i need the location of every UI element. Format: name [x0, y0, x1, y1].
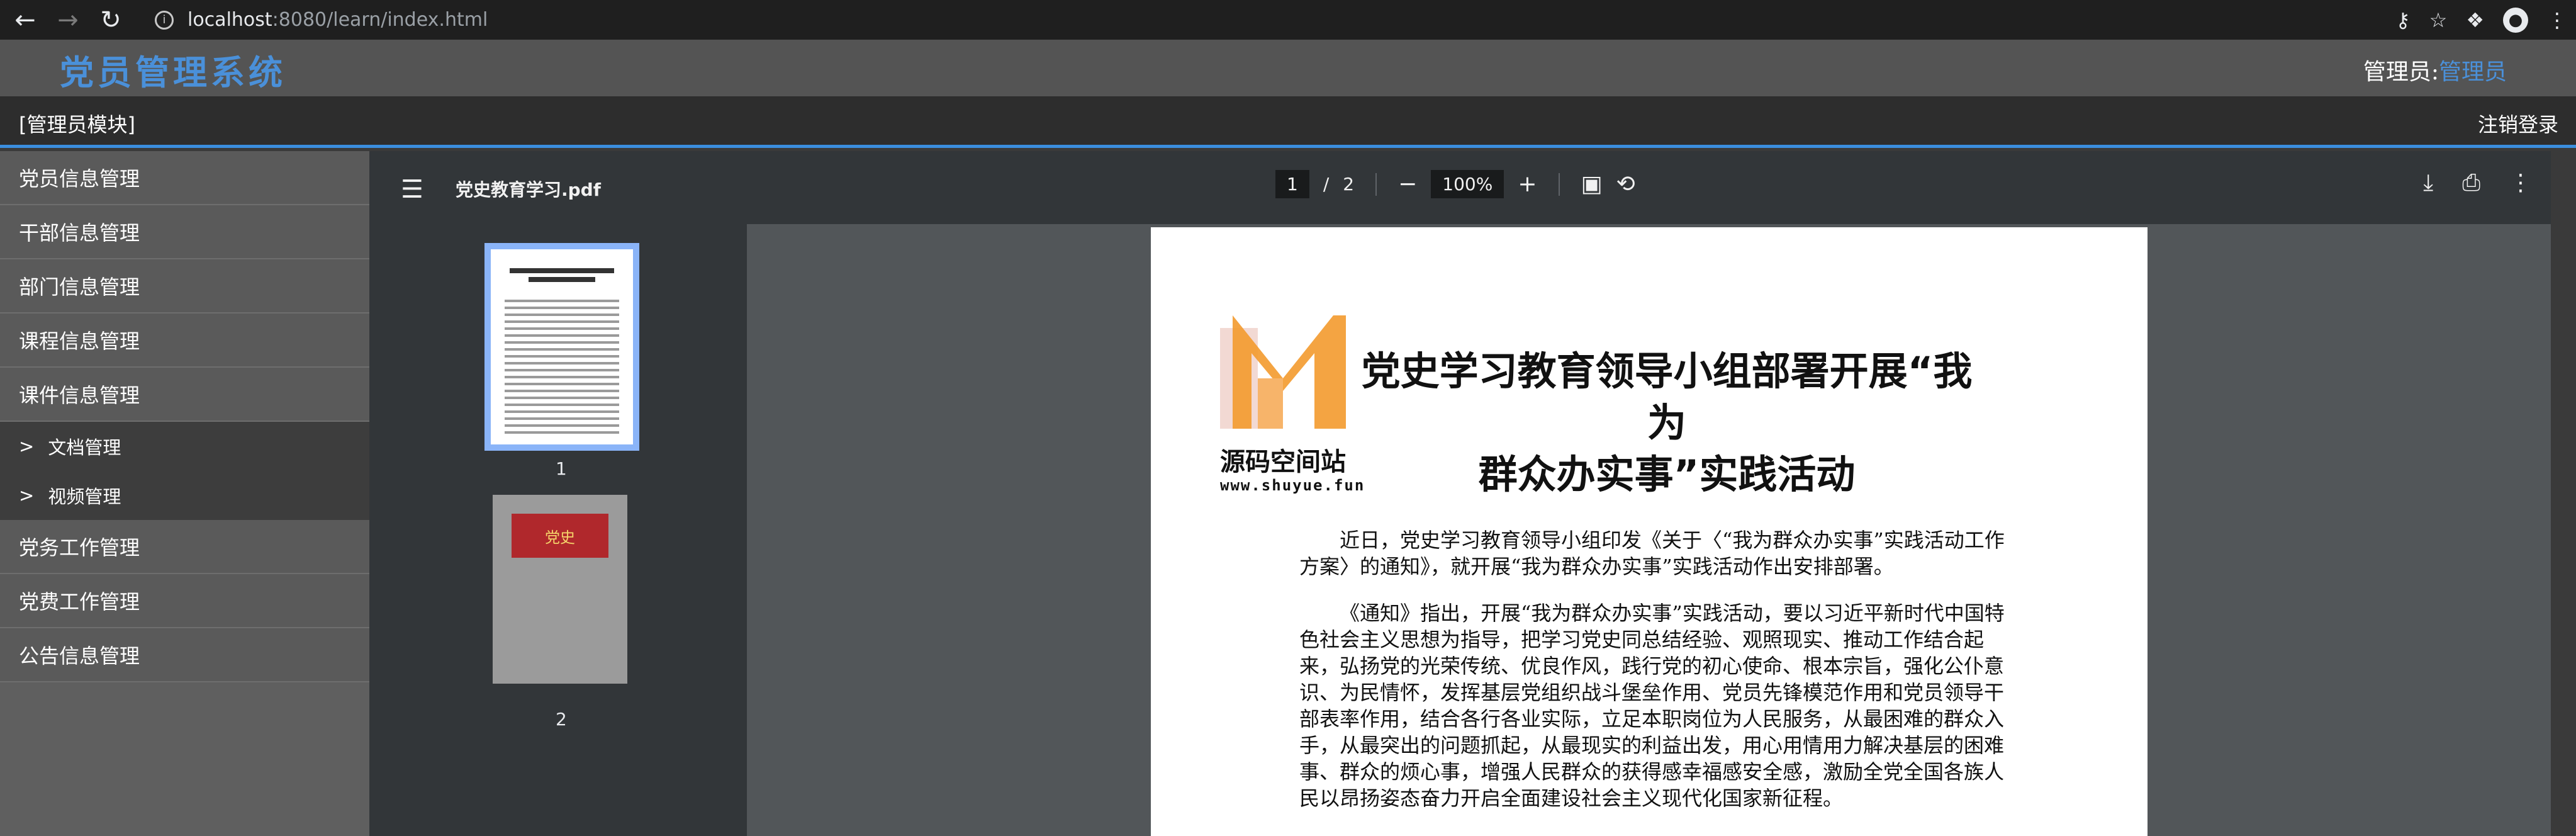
sidebar-item-party-dues[interactable]: 党费工作管理 [0, 574, 369, 628]
watermark-name: 源码空间站 [1220, 448, 1346, 477]
submenu-item-label: 视频管理 [48, 486, 121, 507]
sidebar-item-party-affairs[interactable]: 党务工作管理 [0, 520, 369, 574]
thumbnail-text-lines [505, 287, 619, 438]
document-title: 党史学习教育领导小组部署开展“我为 群众办实事”实践活动 [1352, 346, 1981, 500]
thumbnail-number: 1 [556, 458, 567, 479]
watermark-url: www.shuyue.fun [1220, 477, 1365, 494]
sidebar-item-announcements[interactable]: 公告信息管理 [0, 628, 369, 682]
watermark-logo-icon [1220, 315, 1346, 429]
page-thumbnail-1[interactable] [484, 243, 639, 451]
extensions-icon[interactable]: ❖ [2466, 8, 2484, 32]
back-arrow-icon[interactable]: ← [8, 3, 43, 38]
zoom-level-input[interactable]: 100% [1431, 170, 1504, 198]
submenu-item-documents[interactable]: > 文档管理 [0, 422, 369, 471]
zoom-in-icon[interactable]: + [1518, 171, 1537, 197]
sidebar-item-member-info[interactable]: 党员信息管理 [0, 151, 369, 205]
sidebar-item-courseware-info[interactable]: 课件信息管理 [0, 368, 369, 422]
page-separator: / [1323, 174, 1330, 195]
document-title-line-1: 党史学习教育领导小组部署开展“我为 [1361, 348, 1973, 446]
reload-icon[interactable]: ↻ [93, 3, 128, 38]
submenu-item-videos[interactable]: > 视频管理 [0, 471, 369, 520]
pdf-page: 源码空间站 www.shuyue.fun 党史学习教育领导小组部署开展“我为 群… [1151, 227, 2148, 836]
toolbar-divider [1375, 172, 1377, 196]
thumbnail-banner: 党史 [512, 514, 608, 558]
document-title-line-2: 群众办实事”实践活动 [1478, 451, 1856, 497]
courseware-submenu: > 文档管理 > 视频管理 [0, 422, 369, 520]
thumbnail-pane: 1 党史 2 [369, 224, 747, 836]
more-options-icon[interactable]: ⋮ [2509, 170, 2532, 196]
zoom-out-icon[interactable]: − [1398, 171, 1417, 197]
sidebar-item-cadre-info[interactable]: 干部信息管理 [0, 205, 369, 259]
pdf-file-name: 党史教育学习.pdf [456, 179, 601, 200]
submenu-item-label: 文档管理 [48, 437, 121, 458]
chevron-right-icon: > [19, 436, 35, 457]
total-pages: 2 [1343, 174, 1355, 195]
url-host: localhost [188, 9, 272, 31]
admin-name: 管理员 [2438, 59, 2507, 85]
page-thumbnail-2[interactable]: 党史 [493, 495, 627, 684]
toolbar-divider [1558, 172, 1560, 196]
document-paragraph-2: 《通知》指出，开展“我为群众办实事”实践活动，要以习近平新时代中国特色社会主义思… [1299, 601, 2005, 810]
pdf-viewer: ☰ 党史教育学习.pdf 1 / 2 − 100% + ▣ ⟲ ⤓ ⎙ ⋮ 1 … [369, 151, 2551, 836]
thumbnail-title-line [529, 277, 595, 282]
sidebar-item-course-info[interactable]: 课程信息管理 [0, 314, 369, 368]
more-menu-icon[interactable]: ⋮ [2547, 8, 2567, 32]
browser-toolbar: ← → ↻ i localhost:8080/learn/index.html … [0, 0, 2576, 40]
admin-info: 管理员:管理员 [2363, 54, 2507, 86]
download-icon[interactable]: ⤓ [2423, 170, 2433, 196]
forward-arrow-icon[interactable]: → [50, 3, 86, 38]
site-info-icon[interactable]: i [155, 10, 174, 30]
admin-label: 管理员: [2363, 59, 2439, 85]
app-title: 党员管理系统 [60, 52, 286, 93]
hamburger-menu-icon[interactable]: ☰ [401, 175, 423, 204]
star-icon[interactable]: ☆ [2429, 8, 2448, 32]
page-number-input[interactable]: 1 [1275, 170, 1309, 198]
print-icon[interactable]: ⎙ [2462, 170, 2480, 196]
sidebar: 党员信息管理 干部信息管理 部门信息管理 课程信息管理 课件信息管理 > 文档管理… [0, 151, 369, 836]
key-icon[interactable]: ⚷ [2395, 8, 2410, 32]
sidebar-item-department-info[interactable]: 部门信息管理 [0, 259, 369, 314]
module-bar: [管理员模块] 注销登录 [0, 96, 2576, 148]
rotate-icon[interactable]: ⟲ [1616, 171, 1635, 197]
module-label: [管理员模块] [19, 113, 135, 137]
thumbnail-number: 2 [556, 709, 567, 730]
fit-page-icon[interactable]: ▣ [1581, 171, 1603, 197]
chevron-right-icon: > [19, 485, 35, 506]
logout-link[interactable]: 注销登录 [2478, 109, 2558, 138]
url-path: :8080/learn/index.html [272, 9, 488, 31]
thumbnail-title-line [510, 268, 614, 273]
app-header: 党员管理系统 管理员:管理员 [0, 40, 2576, 96]
address-bar[interactable]: i localhost:8080/learn/index.html [141, 4, 2406, 36]
pdf-toolbar: ☰ 党史教育学习.pdf 1 / 2 − 100% + ▣ ⟲ ⤓ ⎙ ⋮ [369, 151, 2551, 224]
watermark: 源码空间站 www.shuyue.fun [1220, 315, 1365, 517]
document-paragraph-1: 近日，党史学习教育领导小组印发《关于〈“我为群众办实事”实践活动工作方案〉的通知… [1299, 528, 2005, 579]
profile-avatar-icon[interactable]: ● [2503, 7, 2528, 33]
